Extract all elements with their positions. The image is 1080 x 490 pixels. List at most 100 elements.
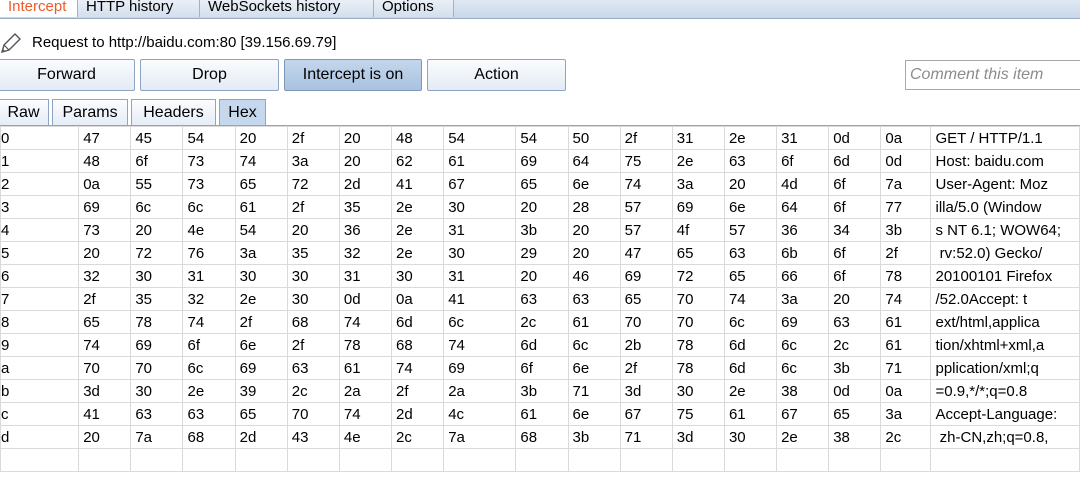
tab-hex[interactable]: Hex — [219, 99, 266, 125]
hex-byte-cell[interactable]: 6c — [130, 195, 184, 219]
table-row[interactable]: d 20 7a 68 2d 43 4e 2c 7a 68 3b 71 3d 30 2e 38 2c zh-CN,… — [0, 425, 1080, 449]
hex-byte-cell[interactable] — [828, 448, 882, 472]
table-row[interactable]: 7 2f 35 32 2e 30 0d 0a 41 63 63 65 70 74 3a 20 74/52.0Ac… — [0, 287, 1080, 311]
hex-byte-cell[interactable]: 74 — [78, 333, 132, 357]
hex-byte-cell[interactable]: 6f — [828, 195, 882, 219]
hex-byte-cell[interactable]: 2c — [286, 379, 340, 403]
hex-byte-cell[interactable]: 67 — [619, 402, 673, 426]
hex-byte-cell[interactable]: 32 — [182, 287, 236, 311]
hex-byte-cell[interactable]: 63 — [286, 356, 340, 380]
hex-byte-cell[interactable]: 78 — [130, 310, 184, 334]
hex-byte-cell[interactable]: 35 — [130, 287, 184, 311]
hex-byte-cell[interactable]: 61 — [723, 402, 778, 426]
hex-byte-cell[interactable]: 6e — [567, 356, 621, 380]
table-row[interactable]: b 3d 30 2e 39 2c 2a 2f 2a 3b 71 3d 30 2e 38 0d 0a =0.9,*/… — [0, 379, 1080, 403]
hex-byte-cell[interactable]: 74 — [723, 287, 778, 311]
hex-byte-cell[interactable]: 2e — [391, 195, 445, 219]
hex-byte-cell[interactable]: 20 — [338, 149, 393, 173]
table-row[interactable]: 3 69 6c 6c 61 2f 35 2e 30 20 28 57 69 6e 64 6f 77 illa/5.… — [0, 195, 1080, 219]
hex-byte-cell[interactable]: 57 — [619, 218, 673, 242]
hex-byte-cell[interactable]: 2c — [391, 425, 445, 449]
hex-byte-cell[interactable]: 57 — [723, 218, 778, 242]
tab-params[interactable]: Params — [52, 99, 128, 125]
hex-byte-cell[interactable]: 30 — [130, 264, 184, 288]
hex-byte-cell[interactable]: 55 — [130, 172, 184, 196]
hex-byte-cell[interactable]: 6e — [567, 172, 621, 196]
hex-byte-cell[interactable]: 72 — [671, 264, 725, 288]
table-row[interactable]: 2 0a 55 73 65 72 2d 41 67 65 6e 74 3a 20 4d 6f 7a User-Ag… — [0, 172, 1080, 196]
hex-byte-cell[interactable]: 3d — [78, 379, 132, 403]
hex-byte-cell[interactable]: 6f — [182, 333, 236, 357]
hex-byte-cell[interactable]: 61 — [515, 402, 569, 426]
hex-byte-cell[interactable] — [234, 448, 288, 472]
hex-byte-cell[interactable]: 41 — [78, 402, 132, 426]
tab-websockets-history[interactable]: WebSockets history — [200, 0, 374, 17]
hex-byte-cell[interactable]: 41 — [391, 172, 445, 196]
hex-byte-cell[interactable]: 2e — [723, 126, 778, 150]
hex-byte-cell[interactable]: 63 — [182, 402, 236, 426]
hex-byte-cell[interactable]: 65 — [234, 172, 288, 196]
hex-byte-cell[interactable]: 20 — [567, 218, 621, 242]
hex-byte-cell[interactable]: 2e — [776, 425, 830, 449]
hex-byte-cell[interactable]: 2f — [391, 379, 445, 403]
hex-byte-cell[interactable]: 64 — [567, 149, 621, 173]
hex-byte-cell[interactable]: 20 — [78, 425, 132, 449]
ascii-cell[interactable]: ext/html,applica — [930, 310, 1080, 334]
hex-byte-cell[interactable]: 54 — [515, 126, 569, 150]
tab-http-history[interactable]: HTTP history — [78, 0, 200, 17]
hex-byte-cell[interactable]: 61 — [880, 333, 932, 357]
hex-byte-cell[interactable]: 38 — [776, 379, 830, 403]
hex-byte-cell[interactable]: 30 — [671, 379, 725, 403]
comment-input[interactable]: Comment this item — [905, 60, 1080, 90]
hex-byte-cell[interactable] — [515, 448, 569, 472]
hex-byte-cell[interactable]: 3a — [671, 172, 725, 196]
hex-byte-cell[interactable]: 2f — [619, 126, 673, 150]
hex-byte-cell[interactable]: 76 — [182, 241, 236, 265]
hex-byte-cell[interactable]: 36 — [338, 218, 393, 242]
hex-byte-cell[interactable]: 0a — [78, 172, 132, 196]
table-row[interactable]: 4 73 20 4e 54 20 36 2e 31 3b 20 57 4f 57 36 34 3b s NT 6.… — [0, 218, 1080, 242]
hex-byte-cell[interactable]: 30 — [286, 287, 340, 311]
hex-byte-cell[interactable]: 74 — [619, 172, 673, 196]
hex-byte-cell[interactable]: 3d — [671, 425, 725, 449]
ascii-cell[interactable]: User-Agent: Moz — [930, 172, 1080, 196]
hex-byte-cell[interactable]: 6c — [723, 310, 778, 334]
ascii-cell[interactable]: s NT 6.1; WOW64; — [930, 218, 1080, 242]
hex-byte-cell[interactable]: 75 — [671, 402, 725, 426]
hex-byte-cell[interactable]: 61 — [338, 356, 393, 380]
hex-byte-cell[interactable]: 38 — [828, 425, 882, 449]
hex-byte-cell[interactable]: 6f — [776, 149, 830, 173]
hex-byte-cell[interactable]: 4e — [182, 218, 236, 242]
hex-byte-cell[interactable]: 4f — [671, 218, 725, 242]
hex-byte-cell[interactable]: 6f — [828, 264, 882, 288]
tab-intercept[interactable]: Intercept — [0, 0, 78, 17]
hex-byte-cell[interactable]: 2c — [515, 310, 569, 334]
hex-byte-cell[interactable]: 3a — [880, 402, 932, 426]
hex-byte-cell[interactable]: 6e — [723, 195, 778, 219]
hex-byte-cell[interactable] — [619, 448, 673, 472]
hex-byte-cell[interactable]: 6e — [567, 402, 621, 426]
hex-byte-cell[interactable]: 20 — [515, 195, 569, 219]
drop-button[interactable]: Drop — [140, 59, 279, 91]
hex-byte-cell[interactable]: 6f — [828, 172, 882, 196]
hex-byte-cell[interactable]: 36 — [776, 218, 830, 242]
hex-byte-cell[interactable]: 68 — [182, 425, 236, 449]
hex-byte-cell[interactable]: 74 — [391, 356, 445, 380]
hex-byte-cell[interactable]: 69 — [130, 333, 184, 357]
hex-byte-cell[interactable]: 63 — [130, 402, 184, 426]
hex-byte-cell[interactable]: 34 — [828, 218, 882, 242]
hex-byte-cell[interactable]: 68 — [391, 333, 445, 357]
hex-byte-cell[interactable]: 0a — [391, 287, 445, 311]
hex-byte-cell[interactable]: 2c — [828, 333, 882, 357]
hex-byte-cell[interactable]: 4c — [443, 402, 517, 426]
hex-byte-cell[interactable]: 65 — [619, 287, 673, 311]
hex-byte-cell[interactable]: 6f — [130, 149, 184, 173]
hex-byte-cell[interactable]: 20 — [234, 126, 288, 150]
hex-byte-cell[interactable]: 6e — [234, 333, 288, 357]
hex-byte-cell[interactable]: 47 — [78, 126, 132, 150]
table-row[interactable]: 9 74 69 6f 6e 2f 78 68 74 6d 6c 2b 78 6d 6c 2c 61 tion/xh… — [0, 333, 1080, 357]
hex-byte-cell[interactable]: 46 — [567, 264, 621, 288]
ascii-cell[interactable]: /52.0Accept: t — [930, 287, 1080, 311]
hex-byte-cell[interactable]: 50 — [567, 126, 621, 150]
hex-byte-cell[interactable]: 35 — [286, 241, 340, 265]
